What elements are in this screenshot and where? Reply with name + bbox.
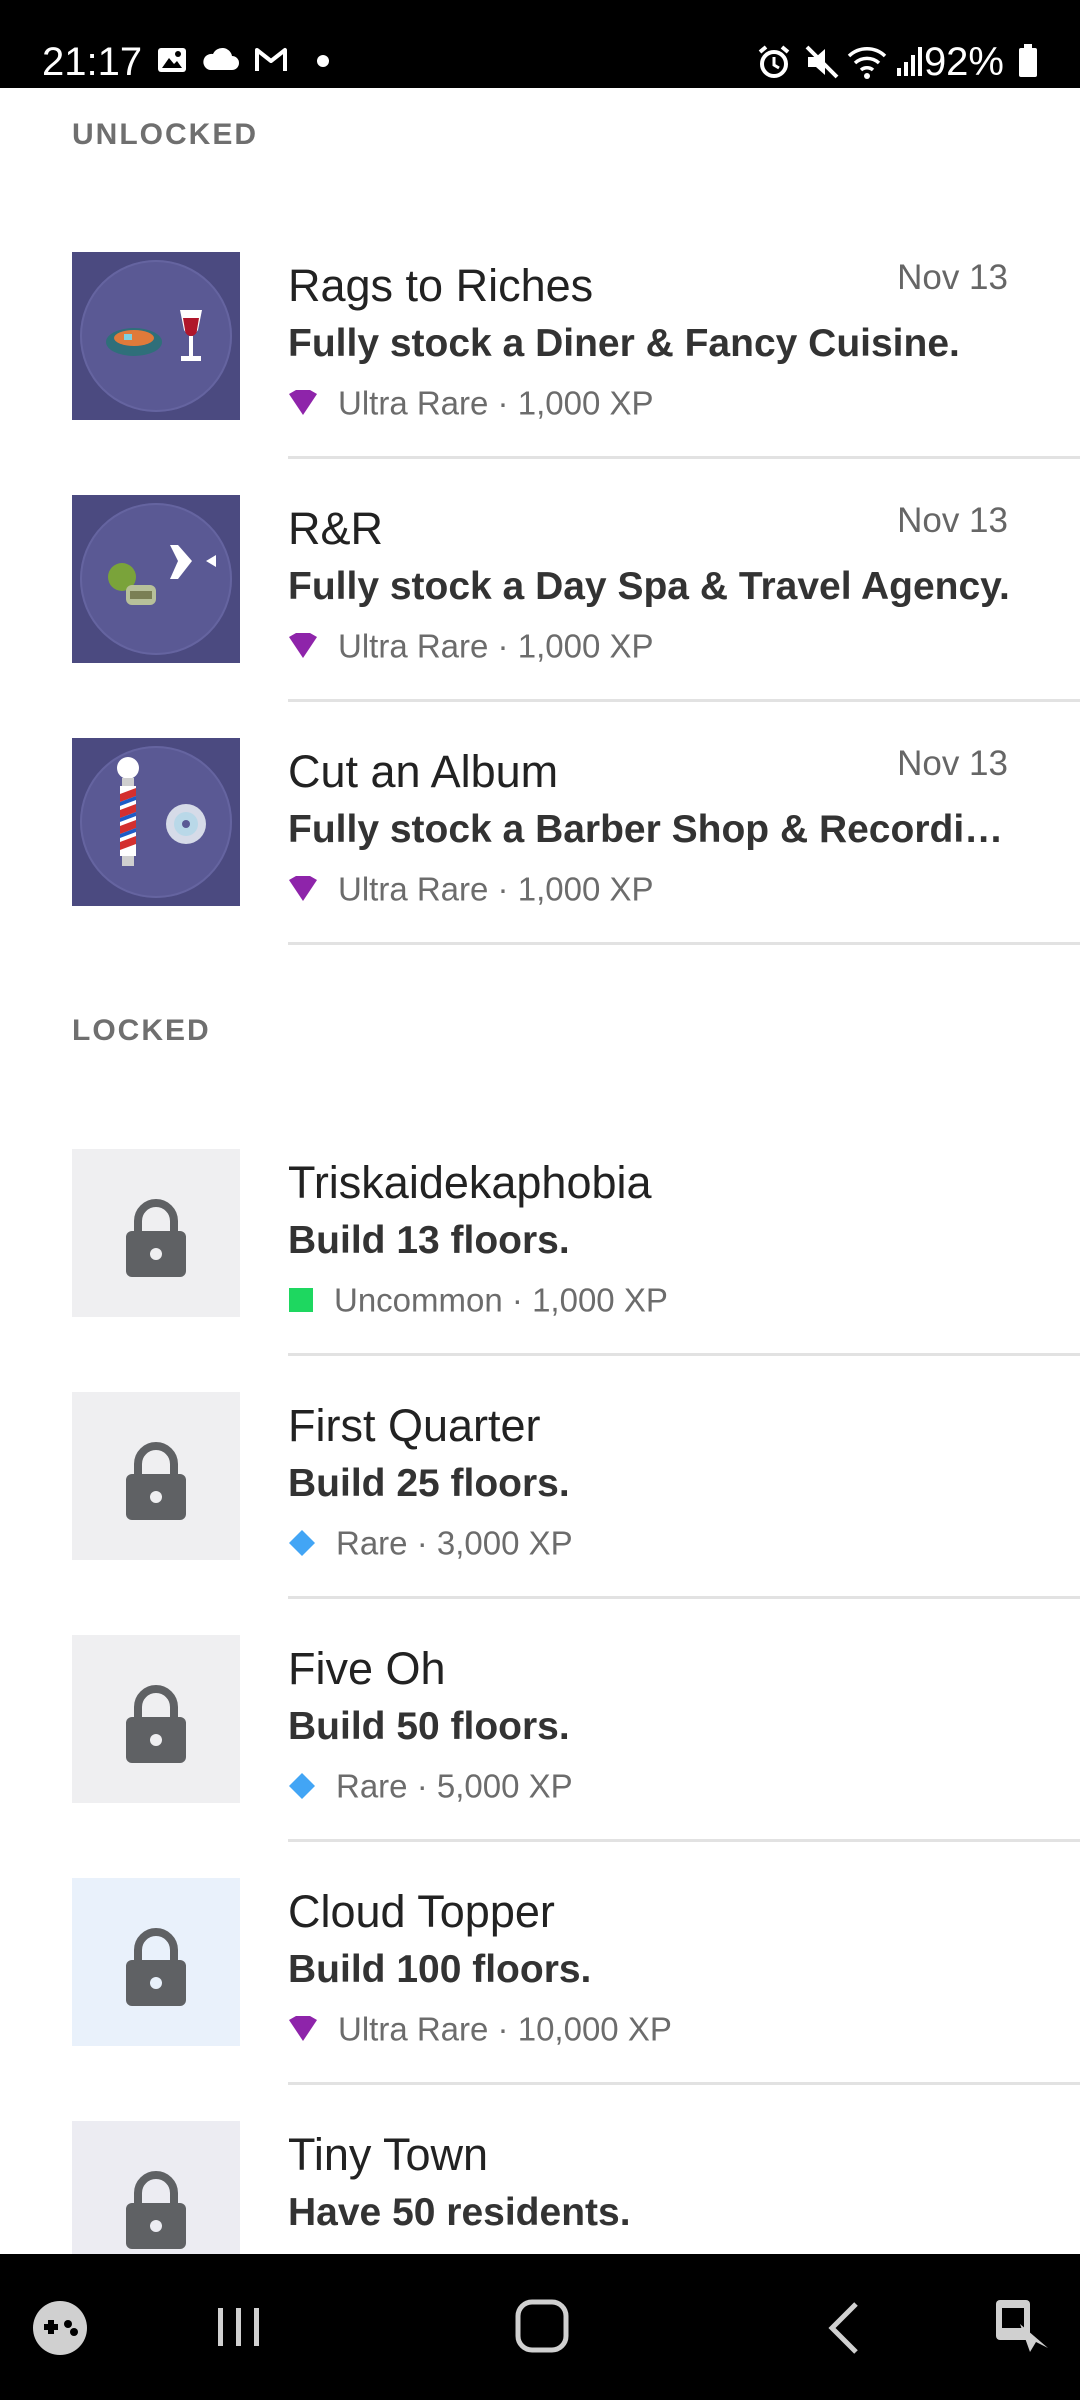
achievement-description: Fully stock a Barber Shop & Recordi…	[288, 808, 1004, 851]
achievement-row[interactable]: Triskaidekaphobia Build 13 floors. Uncom…	[0, 1149, 1080, 1392]
home-icon[interactable]	[514, 2298, 570, 2354]
achievement-title: Triskaidekaphobia	[288, 1157, 652, 1208]
xp-label: 1,000 XP	[517, 870, 654, 908]
assistant-icon[interactable]	[990, 2294, 1050, 2360]
achievement-row[interactable]: Tiny Town Have 50 residents.	[0, 2121, 1080, 2254]
lock-icon	[126, 1199, 186, 1277]
divider	[288, 942, 1080, 945]
lock-icon	[126, 2171, 186, 2249]
mute-icon	[805, 45, 839, 79]
ultra-rare-gem-icon	[289, 390, 317, 416]
achievement-title: First Quarter	[288, 1400, 541, 1451]
cloud-icon	[203, 47, 239, 70]
xp-label: 1,000 XP	[517, 627, 654, 665]
recents-icon[interactable]	[214, 2302, 264, 2352]
battery-icon	[1019, 44, 1037, 77]
lock-icon	[126, 1928, 186, 2006]
ultra-rare-gem-icon	[289, 876, 317, 902]
achievement-row[interactable]: R&R Nov 13 Fully stock a Day Spa & Trave…	[0, 495, 1080, 738]
achievement-row[interactable]: Cloud Topper Build 100 floors. Ultra Rar…	[0, 1878, 1080, 2121]
achievement-description: Build 25 floors.	[288, 1462, 570, 1505]
xp-label: 1,000 XP	[517, 384, 654, 422]
alarm-icon	[758, 45, 790, 78]
rarity-label: Uncommon	[334, 1281, 503, 1319]
achievement-title: Cloud Topper	[288, 1886, 555, 1937]
section-header-locked: LOCKED	[72, 1014, 211, 1047]
gallery-icon	[158, 48, 186, 72]
divider	[288, 1839, 1080, 1842]
achievement-description: Fully stock a Diner & Fancy Cuisine.	[288, 322, 960, 365]
xp-label: 1,000 XP	[532, 1281, 668, 1319]
barber-pole-cd-icon	[72, 738, 240, 906]
rare-diamond-icon	[289, 1773, 315, 1800]
lock-icon	[126, 1442, 186, 1520]
game-launcher-icon[interactable]	[30, 2298, 90, 2358]
locked-thumbnail	[72, 1392, 240, 1560]
divider	[288, 1596, 1080, 1599]
achievements-list[interactable]: UNLOCKED Rags to Riches Nov 13 Fully sto…	[0, 88, 1080, 2254]
rare-diamond-icon	[289, 1530, 315, 1557]
achievement-description: Build 50 floors.	[288, 1705, 570, 1748]
achievement-meta: Ultra Rare · 1,000 XP	[288, 868, 654, 908]
signal-icon	[897, 47, 922, 76]
achievement-meta: Ultra Rare · 10,000 XP	[288, 2008, 672, 2048]
lock-icon	[126, 1685, 186, 1763]
achievement-title: Five Oh	[288, 1643, 446, 1694]
food-wine-icon	[72, 252, 240, 420]
achievement-row[interactable]: First Quarter Build 25 floors. Rare · 3,…	[0, 1392, 1080, 1635]
achievement-date: Nov 13	[897, 258, 1008, 297]
xp-label: 10,000 XP	[517, 2010, 672, 2048]
uncommon-square-icon	[289, 1288, 313, 1313]
divider	[288, 1353, 1080, 1356]
xp-label: 5,000 XP	[436, 1767, 573, 1805]
achievement-row[interactable]: Five Oh Build 50 floors. Rare · 5,000 XP	[0, 1635, 1080, 1878]
divider	[288, 699, 1080, 702]
locked-thumbnail	[72, 1635, 240, 1803]
locked-thumbnail	[72, 2121, 240, 2254]
achievement-description: Build 100 floors.	[288, 1948, 592, 1991]
battery-percent: 92%	[923, 40, 1004, 84]
achievement-date: Nov 13	[897, 501, 1008, 540]
navigation-bar	[0, 2254, 1080, 2400]
achievement-title: R&R	[288, 503, 384, 554]
divider	[288, 456, 1080, 459]
achievement-date: Nov 13	[897, 744, 1008, 783]
rarity-label: Ultra Rare	[338, 870, 489, 908]
rarity-label: Ultra Rare	[338, 384, 489, 422]
xp-label: 3,000 XP	[436, 1524, 573, 1562]
section-header-unlocked: UNLOCKED	[72, 118, 258, 151]
achievement-description: Build 13 floors.	[288, 1219, 570, 1262]
status-bar: 21:17 92%	[0, 0, 1080, 88]
achievement-description: Have 50 residents.	[288, 2191, 631, 2234]
achievement-title: Rags to Riches	[288, 260, 594, 311]
achievement-row[interactable]: Cut an Album Nov 13 Fully stock a Barber…	[0, 738, 1080, 981]
ultra-rare-gem-icon	[289, 2016, 317, 2042]
rarity-label: Ultra Rare	[338, 627, 489, 665]
rarity-label: Rare	[336, 1524, 408, 1562]
spa-plane-icon	[72, 495, 240, 663]
achievement-row[interactable]: Rags to Riches Nov 13 Fully stock a Dine…	[0, 252, 1080, 495]
achievement-description: Fully stock a Day Spa & Travel Agency.	[288, 565, 1010, 608]
achievement-meta: Uncommon · 1,000 XP	[288, 1279, 668, 1319]
ultra-rare-gem-icon	[289, 633, 317, 659]
achievement-title: Cut an Album	[288, 746, 559, 797]
achievement-meta: Ultra Rare · 1,000 XP	[288, 625, 654, 665]
back-icon[interactable]	[824, 2300, 864, 2356]
rarity-label: Rare	[336, 1767, 408, 1805]
achievement-meta: Rare · 5,000 XP	[288, 1765, 573, 1805]
gmail-icon	[255, 48, 287, 71]
rarity-label: Ultra Rare	[338, 2010, 489, 2048]
divider	[288, 2082, 1080, 2085]
wifi-icon	[847, 47, 887, 79]
achievement-meta: Ultra Rare · 1,000 XP	[288, 382, 654, 422]
achievement-title: Tiny Town	[288, 2129, 489, 2180]
achievement-meta: Rare · 3,000 XP	[288, 1522, 573, 1562]
locked-thumbnail	[72, 1149, 240, 1317]
dot-icon	[317, 55, 329, 67]
locked-thumbnail	[72, 1878, 240, 2046]
clock: 21:17	[42, 40, 143, 84]
